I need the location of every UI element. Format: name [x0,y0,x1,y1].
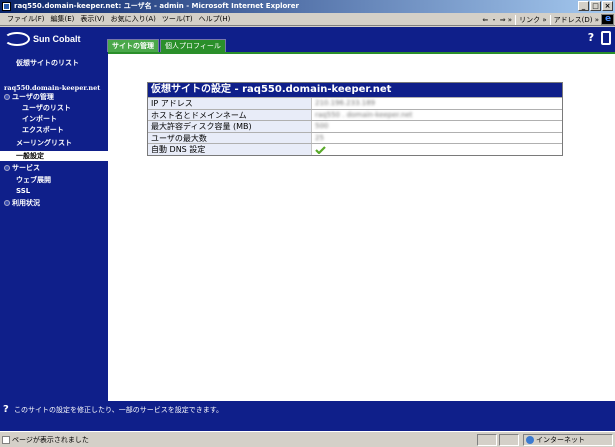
ie-logo-icon [601,14,614,25]
brand-name: Sun Cobalt [33,34,81,44]
logout-door-icon[interactable] [601,31,611,45]
status-panel [477,434,497,446]
links-toolbar[interactable]: リンク » [519,15,547,25]
address-toolbar[interactable]: アドレス(D) » [554,15,599,25]
zone-text: インターネット [536,436,585,444]
menu-separator [515,14,517,25]
app-header: Sun Cobalt サイトの管理 個人プロフィール ? [0,27,615,52]
menu-tools[interactable]: ツール(T) [159,13,196,26]
row-value-auto-dns [312,144,562,155]
menu-separator [549,14,551,25]
page-icon [2,436,10,444]
help-text: このサイトの設定を修正したり、一部のサービスを設定できます。 [14,406,224,414]
table-row: ホスト名とドメインネーム raq550 . domain-keeper.net [148,108,562,121]
table-row: ユーザの最大数 25 [148,131,562,144]
menu-edit[interactable]: 編集(E) [48,13,78,26]
sidebar-item-export[interactable]: エクスポート [0,125,108,135]
row-label-auto-dns: 自動 DNS 設定 [148,144,312,155]
sidebar-item-web-deploy[interactable]: ウェブ展開 [0,175,108,185]
tab-site-management[interactable]: サイトの管理 [107,39,159,52]
cobalt-swirl-icon [4,32,30,46]
sidebar-item-ssl[interactable]: SSL [0,186,108,196]
sidebar-item-import[interactable]: インポート [0,114,108,124]
footer-spacer [0,419,615,431]
menu-file[interactable]: ファイル(F) [4,13,48,26]
status-bar: ページが表示されました インターネット [0,431,615,447]
row-label-ip: IP アドレス [148,98,312,109]
expand-arrow-icon [4,165,10,171]
menu-help[interactable]: ヘルプ(H) [196,13,234,26]
row-value-disk-quota: 500 [315,122,329,131]
row-label-hostname: ホスト名とドメインネーム [148,109,312,121]
tab-personal-profile[interactable]: 個人プロフィール [160,39,226,52]
checkmark-icon [315,146,326,155]
row-label-disk-quota: 最大許容ディスク容量 (MB) [148,121,312,132]
nav-back-forward[interactable]: ⇐ ・ ⇒ » [482,15,512,25]
row-value-ip: 210.196.233.189 [315,99,376,107]
table-row: IP アドレス 210.196.233.189 [148,97,562,109]
question-icon: ? [3,404,9,415]
row-label-max-users: ユーザの最大数 [148,132,312,144]
menu-view[interactable]: 表示(V) [77,13,107,26]
sidebar-item-label: ユーザの管理 [12,93,54,101]
main-content: 仮想サイトの設定 - raq550.domain-keeper.net IP ア… [108,54,615,401]
expand-arrow-icon [4,94,10,100]
settings-table-title: 仮想サイトの設定 - raq550.domain-keeper.net [148,83,562,97]
sidebar-item-label: サービス [12,164,40,172]
sidebar: 仮想サイトのリスト raq550.domain-keeper.net ユーザの管… [0,52,108,401]
close-button[interactable]: × [602,1,613,11]
window-titlebar: raq550.domain-keeper.net: ユーザ名 - admin -… [0,0,615,13]
ie-app-icon [2,2,11,11]
help-bar: ? このサイトの設定を修正したり、一部のサービスを設定できます。 [0,401,615,419]
minimize-button[interactable]: _ [578,1,589,11]
window-title: raq550.domain-keeper.net: ユーザ名 - admin -… [14,2,299,10]
sidebar-item-usage[interactable]: 利用状況 [0,198,108,208]
sun-cobalt-logo: Sun Cobalt [4,30,81,48]
row-value-hostname: raq550 . domain-keeper.net [315,110,413,119]
sidebar-item-general-settings[interactable]: 一般設定 [0,151,108,161]
site-settings-table: 仮想サイトの設定 - raq550.domain-keeper.net IP ア… [147,82,563,156]
menu-bar: ファイル(F) 編集(E) 表示(V) お気に入り(A) ツール(T) ヘルプ(… [0,13,615,26]
status-text: ページが表示されました [12,436,89,444]
table-row: 自動 DNS 設定 [148,143,562,155]
expand-arrow-icon [4,200,10,206]
maximize-button[interactable]: □ [590,1,601,11]
sidebar-item-user-list[interactable]: ユーザのリスト [0,103,108,113]
status-panel [499,434,519,446]
sidebar-item-user-management[interactable]: ユーザの管理 [0,92,108,102]
sidebar-item-label: 利用状況 [12,199,40,207]
help-icon[interactable]: ? [585,31,597,45]
sidebar-item-mailing-list[interactable]: メーリングリスト [0,138,108,148]
globe-icon [526,436,534,444]
menu-favorites[interactable]: お気に入り(A) [108,13,159,26]
security-zone: インターネット [523,434,613,446]
sidebar-item-services[interactable]: サービス [0,163,108,173]
sidebar-virtual-site-list[interactable]: 仮想サイトのリスト [0,58,108,68]
table-row: 最大許容ディスク容量 (MB) 500 [148,120,562,132]
row-value-max-users: 25 [315,133,324,142]
